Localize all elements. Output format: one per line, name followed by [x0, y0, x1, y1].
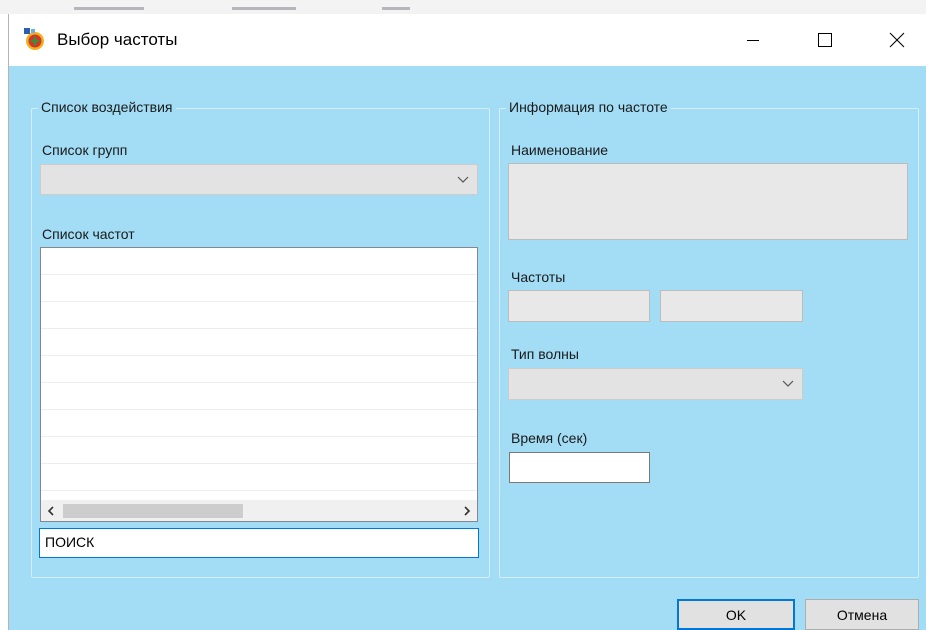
chevron-down-icon: [782, 380, 794, 387]
maximize-icon: [818, 33, 832, 47]
list-item[interactable]: [41, 464, 477, 491]
scroll-left-button[interactable]: [41, 501, 61, 521]
list-item[interactable]: [41, 329, 477, 356]
maximize-button[interactable]: [795, 14, 855, 66]
impact-list-group-title: Список воздействия: [38, 99, 176, 115]
list-item[interactable]: [41, 356, 477, 383]
scroll-right-button[interactable]: [457, 501, 477, 521]
list-item[interactable]: [41, 437, 477, 464]
background-text-fragment: [232, 7, 296, 10]
scrollbar-thumb[interactable]: [63, 504, 243, 518]
dialog-client-area: Список воздействия Список групп Список ч…: [9, 66, 926, 630]
background-text-fragment: [382, 7, 410, 10]
minimize-icon: [747, 40, 759, 41]
frequency-listbox[interactable]: [40, 247, 478, 522]
app-logo-icon: [22, 27, 46, 51]
minimize-button[interactable]: [723, 14, 783, 66]
cancel-button[interactable]: Отмена: [805, 599, 919, 630]
wave-type-label: Тип волны: [511, 346, 579, 362]
chevron-left-icon: [47, 506, 54, 516]
frequency-1-field[interactable]: [508, 290, 650, 322]
time-input[interactable]: [509, 452, 650, 483]
background-window-strip: [0, 0, 926, 14]
name-label: Наименование: [511, 142, 609, 158]
chevron-down-icon: [457, 176, 469, 183]
wave-type-combobox[interactable]: [508, 368, 803, 400]
name-field[interactable]: [508, 163, 908, 240]
frequency-info-group-title: Информация по частоте: [506, 99, 671, 115]
title-bar[interactable]: Выбор частоты: [9, 14, 926, 66]
groups-list-label: Список групп: [42, 142, 128, 158]
list-item[interactable]: [41, 275, 477, 302]
ok-button[interactable]: OK: [677, 599, 795, 630]
horizontal-scrollbar[interactable]: [41, 500, 477, 521]
frequency-2-field[interactable]: [660, 290, 803, 322]
dialog-window: Выбор частоты Список воздействия Список …: [8, 14, 926, 630]
close-button[interactable]: [867, 14, 926, 66]
groups-combobox[interactable]: [40, 164, 478, 195]
frequencies-label: Частоты: [511, 269, 566, 285]
list-item[interactable]: [41, 248, 477, 275]
window-title: Выбор частоты: [57, 30, 178, 49]
chevron-right-icon: [464, 506, 471, 516]
list-item[interactable]: [41, 383, 477, 410]
frequency-list-label: Список частот: [42, 226, 135, 242]
background-text-fragment: [74, 7, 144, 10]
search-input[interactable]: ПОИСК: [39, 528, 479, 558]
list-item[interactable]: [41, 302, 477, 329]
list-item[interactable]: [41, 410, 477, 437]
time-label: Время (сек): [511, 430, 588, 446]
close-icon: [889, 32, 905, 48]
